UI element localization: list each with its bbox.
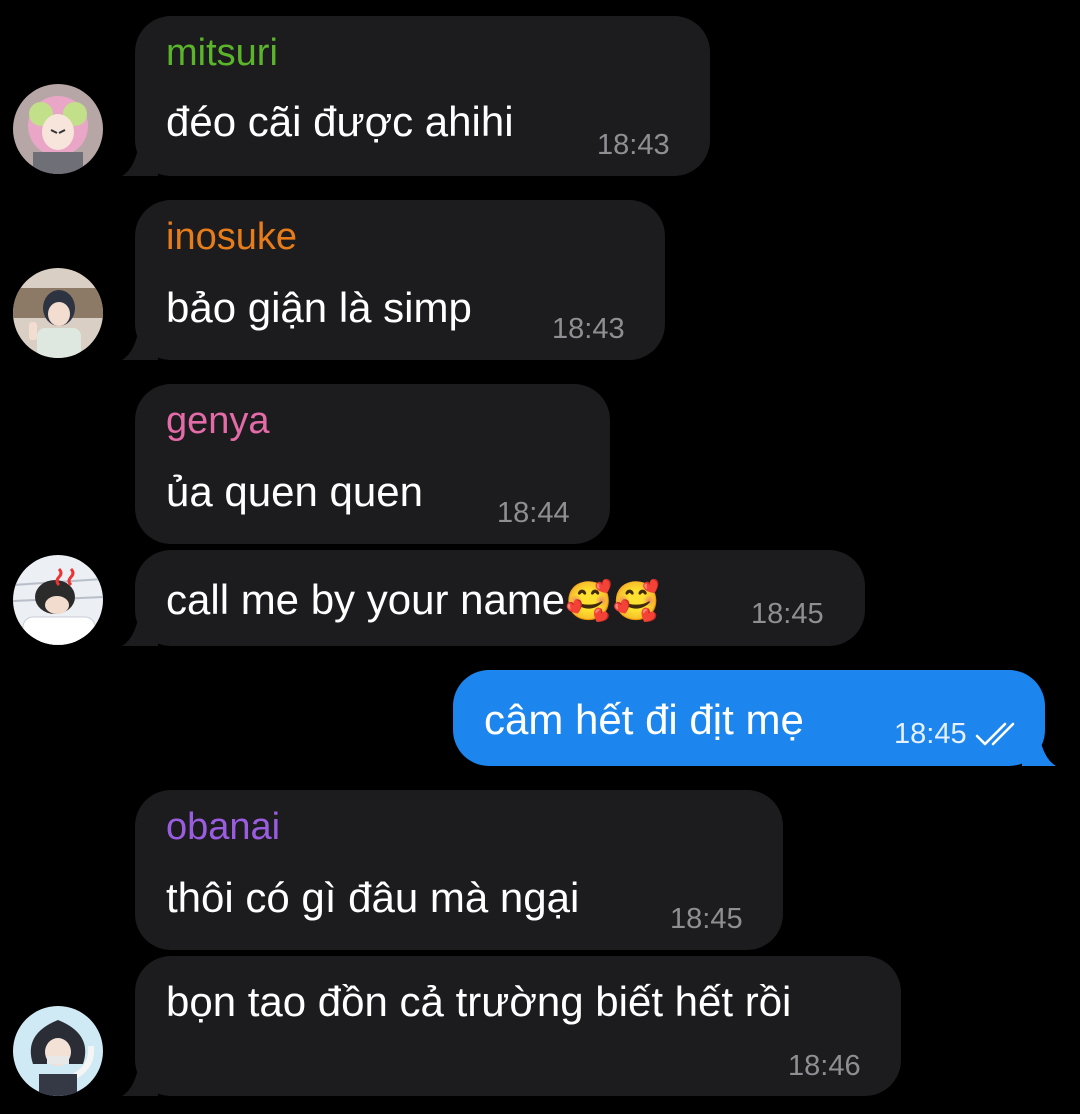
sender-name: mitsuri xyxy=(166,32,278,74)
message-bubble[interactable]: genya ủa quen quen 18:44 xyxy=(135,384,610,544)
avatar-genya[interactable] xyxy=(13,555,103,645)
avatar-obanai-image xyxy=(13,1006,103,1096)
message-bubble[interactable]: obanai thôi có gì đâu mà ngại 18:45 xyxy=(135,790,783,950)
avatar-inosuke[interactable] xyxy=(13,268,103,358)
bubble-tail xyxy=(122,1058,158,1096)
sender-name: genya xyxy=(166,400,270,442)
sender-name: obanai xyxy=(166,806,281,848)
avatar-obanai[interactable] xyxy=(13,1006,103,1096)
message-text-content: call me by your name xyxy=(166,576,566,623)
avatar-inosuke-image xyxy=(13,268,103,358)
bubble-tail xyxy=(122,322,158,360)
message-text: thôi có gì đâu mà ngại xyxy=(166,874,580,921)
message-text: bảo giận là simp xyxy=(166,284,472,331)
avatar-mitsuri-image xyxy=(13,84,103,174)
message-time: 18:45 xyxy=(670,903,743,935)
message-text: ủa quen quen xyxy=(166,468,423,515)
message-text: bọn tao đồn cả trường biết hết rồi xyxy=(166,978,792,1025)
smiling-face-with-hearts-emoji: 🥰🥰 xyxy=(565,579,660,623)
message-time: 18:46 xyxy=(788,1050,861,1082)
message-bubble[interactable]: call me by your name🥰🥰 18:45 xyxy=(135,550,865,646)
message-text: call me by your name🥰🥰 xyxy=(166,576,660,624)
message-time: 18:44 xyxy=(497,497,570,529)
message-time: 18:45 xyxy=(894,718,967,750)
message-time: 18:45 xyxy=(751,598,824,630)
double-check-read-icon xyxy=(975,722,1015,746)
avatar-mitsuri[interactable] xyxy=(13,84,103,174)
message-text: đéo cãi được ahihi xyxy=(166,98,514,145)
message-time: 18:43 xyxy=(552,313,625,345)
sender-name: inosuke xyxy=(166,216,297,258)
avatar-genya-image xyxy=(13,555,103,645)
bubble-tail xyxy=(1022,728,1056,766)
outgoing-message-bubble[interactable]: câm hết đi địt mẹ 18:45 xyxy=(453,670,1045,766)
bubble-tail xyxy=(122,138,158,176)
message-bubble[interactable]: mitsuri đéo cãi được ahihi 18:43 xyxy=(135,16,710,176)
message-bubble[interactable]: inosuke bảo giận là simp 18:43 xyxy=(135,200,665,360)
message-bubble[interactable]: bọn tao đồn cả trường biết hết rồi 18:46 xyxy=(135,956,901,1096)
bubble-tail xyxy=(122,608,158,646)
message-time: 18:43 xyxy=(597,129,670,161)
message-text: câm hết đi địt mẹ xyxy=(484,696,804,743)
